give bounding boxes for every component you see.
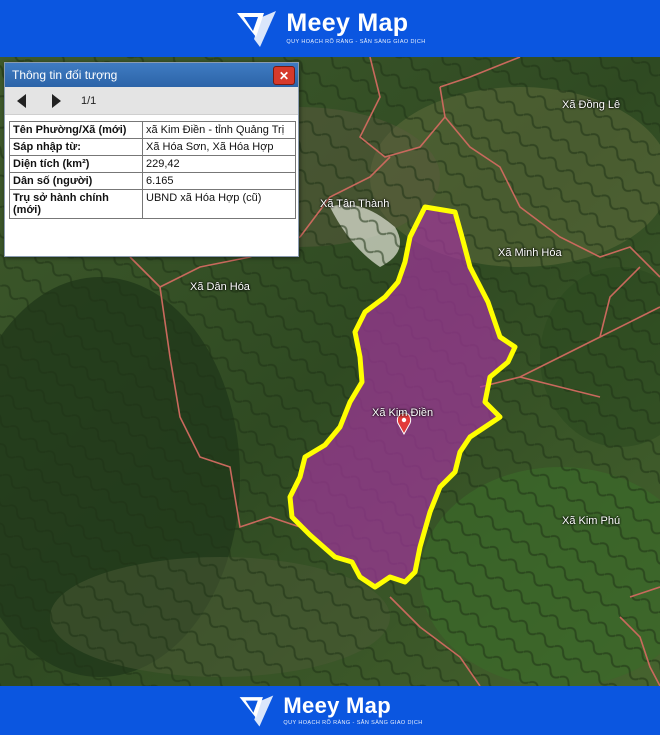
bottom-banner: Meey Map QUY HOẠCH RÕ RÀNG - SẴN SÀNG GI… — [0, 686, 660, 735]
brand-name: Meey Map — [286, 9, 409, 38]
meey-logo-icon — [237, 10, 277, 47]
attribute-key: Diện tích (km²) — [9, 155, 143, 173]
popup-header: Thông tin đối tượng ✕ — [5, 63, 298, 87]
attribute-value: Xã Hóa Sơn, Xã Hóa Hợp — [142, 138, 296, 156]
next-arrow-icon[interactable] — [49, 93, 63, 109]
popup-title: Thông tin đối tượng — [12, 68, 118, 82]
table-row: Dân số (người) 6.165 — [9, 172, 296, 190]
place-label-tan-thanh: Xã Tân Thành — [320, 198, 390, 210]
attribute-key: Dân số (người) — [9, 172, 143, 190]
top-banner: Meey Map QUY HOẠCH RÕ RÀNG - SẴN SÀNG GI… — [0, 0, 660, 57]
attribute-value: UBND xã Hóa Hợp (cũ) — [142, 189, 296, 219]
place-label-kim-dien: Xã Kim Điền — [372, 407, 434, 419]
popup-pager: 1/1 — [5, 87, 298, 115]
table-row: Trụ sở hành chính (mới) UBND xã Hóa Hợp … — [9, 189, 296, 219]
brand-tagline: QUY HOẠCH RÕ RÀNG - SẴN SÀNG GIAO DỊCH — [283, 719, 423, 726]
attribute-value: xã Kim Điền - tỉnh Quảng Trị — [142, 121, 296, 139]
table-row: Sáp nhập từ: Xã Hóa Sơn, Xã Hóa Hợp — [9, 138, 296, 156]
brand-name: Meey Map — [283, 692, 391, 718]
table-row: Diện tích (km²) 229,42 — [9, 155, 296, 173]
page-indicator: 1/1 — [81, 94, 97, 107]
place-label-dan-hoa: Xã Dân Hóa — [190, 281, 250, 293]
brand-tagline: QUY HOẠCH RÕ RÀNG - SẴN SÀNG GIAO DỊCH — [286, 39, 426, 46]
meey-logo-icon — [239, 694, 274, 727]
attribute-key: Tên Phường/Xã (mới) — [9, 121, 143, 139]
attribute-table: Tên Phường/Xã (mới) xã Kim Điền - tỉnh Q… — [9, 121, 296, 219]
place-label-kim-phu: Xã Kim Phú — [562, 515, 621, 527]
meey-map-logo[interactable]: Meey Map QUY HOẠCH RÕ RÀNG - SẴN SÀNG GI… — [234, 7, 425, 51]
place-label-dong-le: Xã Đồng Lê — [562, 99, 621, 111]
previous-arrow-icon[interactable] — [15, 93, 29, 109]
attribute-value: 229,42 — [142, 155, 296, 173]
attribute-key: Trụ sở hành chính (mới) — [9, 189, 143, 219]
attribute-value: 6.165 — [142, 172, 296, 190]
close-button[interactable]: ✕ — [273, 66, 295, 85]
meey-map-logo[interactable]: Meey Map QUY HOẠCH RÕ RÀNG - SẴN SÀNG GI… — [237, 692, 422, 730]
table-row: Tên Phường/Xã (mới) xã Kim Điền - tỉnh Q… — [9, 121, 296, 139]
place-label-minh-hoa: Xã Minh Hóa — [498, 247, 562, 259]
attribute-key: Sáp nhập từ: — [9, 138, 143, 156]
feature-info-popup: Thông tin đối tượng ✕ 1/1 Tên Phường/Xã … — [4, 62, 299, 257]
